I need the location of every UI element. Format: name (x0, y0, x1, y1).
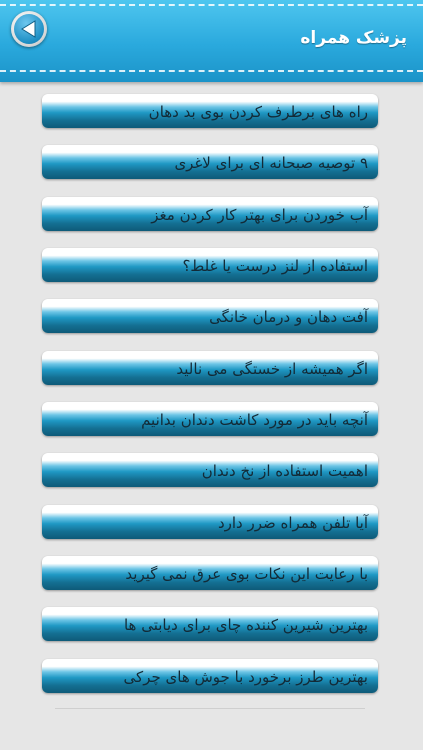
list-item[interactable]: بهترین طرز برخورد با جوش های چرکی (42, 659, 378, 693)
back-button[interactable] (11, 11, 47, 47)
list-item[interactable]: بهترین شیرین کننده چای برای دیابتی ها (42, 607, 378, 641)
app-header: پزشک همراه (0, 0, 423, 82)
list-item-label: آب خوردن برای بهتر کار کردن مغز (151, 206, 368, 224)
list-item[interactable]: با رعایت این نکات بوی عرق نمی گیرید (42, 556, 378, 590)
list-item-label: آنچه باید در مورد کاشت دندان بدانیم (141, 411, 368, 429)
list-item[interactable]: آفت دهان و درمان خانگی (42, 299, 378, 333)
list-item[interactable]: آنچه باید در مورد کاشت دندان بدانیم (42, 402, 378, 436)
list-item[interactable]: اهمیت استفاده از نخ دندان (42, 453, 378, 487)
list-item-label: آیا تلفن همراه ضرر دارد (217, 514, 368, 532)
list-item-label: اگر همیشه از خستگی می نالید (176, 360, 368, 378)
list-item-label: بهترین شیرین کننده چای برای دیابتی ها (123, 616, 368, 634)
list-item[interactable]: آب خوردن برای بهتر کار کردن مغز (42, 197, 378, 231)
list-item[interactable]: اگر همیشه از خستگی می نالید (42, 351, 378, 385)
list-item[interactable]: آیا تلفن همراه ضرر دارد (42, 505, 378, 539)
list-item-label: راه های برطرف کردن بوی بد دهان (148, 103, 368, 121)
page-title: پزشک همراه (300, 28, 407, 48)
list-item[interactable]: ۹ توصیه صبحانه ای برای لاغری (42, 145, 378, 179)
list-item[interactable]: راه های برطرف کردن بوی بد دهان (42, 94, 378, 128)
list-item-label: آفت دهان و درمان خانگی (209, 308, 368, 326)
list-item-label: اهمیت استفاده از نخ دندان (201, 462, 368, 480)
list-divider (55, 708, 365, 709)
list-item[interactable]: استفاده از لنز درست یا غلط؟ (42, 248, 378, 282)
list-item-label: استفاده از لنز درست یا غلط؟ (182, 257, 368, 275)
list-item-label: ۹ توصیه صبحانه ای برای لاغری (174, 154, 368, 172)
list-item-label: بهترین طرز برخورد با جوش های چرکی (123, 668, 368, 686)
back-arrow-icon (21, 20, 36, 38)
list-item-label: با رعایت این نکات بوی عرق نمی گیرید (125, 565, 368, 583)
